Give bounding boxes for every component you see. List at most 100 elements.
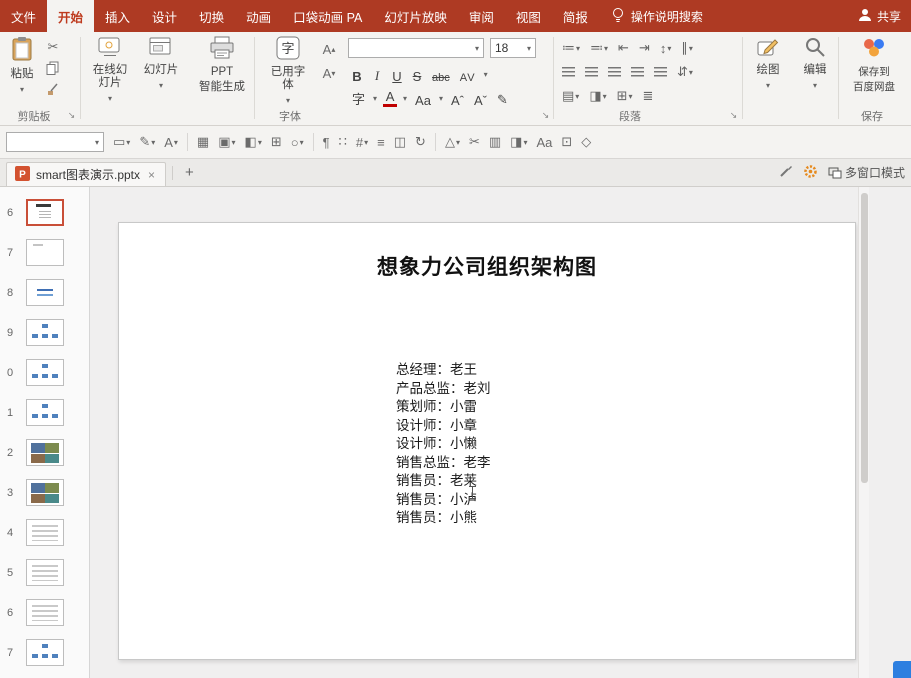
menu-tab-10[interactable]: 视图 (505, 0, 552, 32)
brush-tool-icon[interactable] (779, 164, 793, 181)
slide-thumbnail[interactable]: 6 (0, 197, 89, 228)
copy-icon[interactable] (44, 59, 62, 77)
document-tab[interactable]: P smart图表演示.pptx × (6, 162, 166, 186)
slide-thumbnail[interactable]: 8 (0, 277, 89, 308)
corner-blue-widget[interactable] (893, 661, 911, 678)
paste-button[interactable]: 粘贴 ▾ (4, 36, 40, 96)
window-panes-icon[interactable]: ◫ (394, 134, 406, 150)
columns-icon[interactable]: ∥▾ (681, 40, 693, 56)
slide-thumbnail[interactable]: 0 (0, 357, 89, 388)
slide-title[interactable]: 想象力公司组织架构图 (119, 251, 855, 281)
align-text-icon[interactable]: ▤▾ (562, 88, 579, 104)
decrease-font-size-button[interactable]: A▾ (320, 64, 338, 82)
paragraph-mark-icon[interactable]: ¶ (323, 135, 330, 150)
slide-thumbnail[interactable]: 9 (0, 317, 89, 348)
slide-thumbnail[interactable]: 5 (0, 557, 89, 588)
align-center-icon[interactable] (585, 67, 598, 78)
menu-tab-4[interactable]: 设计 (141, 0, 188, 32)
scrollbar-thumb[interactable] (861, 193, 868, 483)
distribute-icon[interactable] (654, 67, 667, 78)
dots-grid-icon[interactable]: ∷ (339, 134, 347, 150)
phonetic-guide-button[interactable]: 字 (350, 88, 367, 108)
rotate-icon[interactable]: ↻ (415, 134, 426, 150)
justify-icon[interactable] (631, 67, 644, 78)
text-direction-icon[interactable]: ⇵▾ (677, 64, 693, 80)
scissors-icon[interactable]: ✂ (469, 134, 480, 150)
font-name-combobox[interactable]: ▾ (348, 38, 484, 58)
font-color-button[interactable]: A (383, 90, 397, 107)
slide-body-text[interactable]: 总经理：老王产品总监：老刘策划师：小雷设计师：小章设计师：小懒销售总监：老李销售… (396, 361, 491, 528)
italic-button[interactable]: I (370, 64, 384, 84)
smartart-convert-icon[interactable]: ◨▾ (589, 88, 606, 104)
paragraph-dialog-launcher-icon[interactable]: ↘ (728, 110, 739, 121)
circle-icon[interactable]: ○▾ (291, 135, 304, 150)
superscript-icon[interactable]: Aˆ (449, 88, 466, 108)
slide-canvas[interactable]: 想象力公司组织架构图 总经理：老王产品总监：老刘策划师：小雷设计师：小章设计师：… (118, 222, 856, 660)
menu-tab-11[interactable]: 简报 (552, 0, 599, 32)
diamond-icon[interactable]: ◇ (581, 134, 591, 150)
slide-thumbnail[interactable]: 7 (0, 637, 89, 668)
decrease-indent-icon[interactable]: ⇤ (618, 40, 629, 56)
shape-fill-icon[interactable]: ≣ (643, 88, 654, 104)
font-color-icon[interactable]: A▾ (164, 135, 178, 150)
hash-icon[interactable]: #▾ (356, 135, 368, 150)
lines-icon[interactable]: ≡ (377, 135, 385, 150)
subscript-icon[interactable]: Aˇ (472, 88, 489, 108)
menu-tab-5[interactable]: 切换 (188, 0, 235, 32)
align-right-icon[interactable] (608, 67, 621, 78)
underline-button[interactable]: U (390, 64, 404, 84)
pencil-icon[interactable]: ✎▾ (139, 134, 155, 150)
ppt-smart-generate-button[interactable]: PPT 智能生成 (192, 36, 252, 94)
used-font-button[interactable]: 字 已用字体 ▾ (262, 36, 314, 107)
cut-icon[interactable]: ✂ (44, 38, 62, 56)
slide-thumbnail[interactable]: 3 (0, 477, 89, 508)
half-fill-icon[interactable]: ◨▾ (510, 134, 527, 150)
character-spacing-button[interactable]: AV (458, 64, 478, 84)
bold-button[interactable]: B (350, 64, 364, 84)
shadow-strike-button[interactable]: S (410, 64, 424, 84)
change-case-button[interactable]: Aa (413, 88, 433, 108)
clipboard-dialog-launcher-icon[interactable]: ↘ (66, 110, 77, 121)
menu-tab-2[interactable]: 开始 (47, 0, 94, 32)
menu-tab-9[interactable]: 审阅 (458, 0, 505, 32)
online-slides-button[interactable]: 在线幻灯片 ▾ (86, 36, 134, 105)
slide-thumbnail[interactable]: 1 (0, 397, 89, 428)
tell-me-search[interactable]: 操作说明搜索 (599, 0, 715, 32)
slide-thumbnail[interactable]: 2 (0, 437, 89, 468)
increase-indent-icon[interactable]: ⇥ (639, 40, 650, 56)
boxed-dot-icon[interactable]: ⊡ (561, 134, 572, 150)
picture-icon[interactable]: ▣▾ (218, 134, 235, 150)
line-spacing-icon[interactable]: ↕▾ (660, 41, 672, 56)
settings-gear-icon[interactable] (803, 164, 818, 182)
font-dialog-launcher-icon[interactable]: ↘ (540, 110, 551, 121)
slide-thumbnail[interactable]: 6 (0, 597, 89, 628)
vertical-scrollbar[interactable] (858, 187, 869, 678)
menu-tab-1[interactable]: 文件 (0, 0, 47, 32)
strikethrough-button[interactable]: abc (430, 64, 452, 84)
numbering-icon[interactable]: ≕▾ (590, 40, 608, 56)
format-painter-icon[interactable] (44, 80, 62, 98)
table-icon[interactable]: ▦ (197, 134, 209, 150)
align-left-icon[interactable] (562, 67, 575, 78)
bullets-icon[interactable]: ≔▾ (562, 40, 580, 56)
clear-formatting-icon[interactable]: ✎ (495, 88, 510, 108)
shapes-icon[interactable]: ◧▾ (245, 134, 262, 150)
multiwindow-mode-button[interactable]: 多窗口模式 (828, 164, 905, 181)
new-slide-button[interactable]: 幻灯片 ▾ (138, 36, 184, 92)
qat-combobox[interactable]: ▾ (6, 132, 104, 152)
cells-icon[interactable]: ▥ (489, 134, 501, 150)
menu-tab-3[interactable]: 插入 (94, 0, 141, 32)
menu-tab-8[interactable]: 幻灯片放映 (373, 0, 458, 32)
case-icon[interactable]: Aa (536, 135, 552, 150)
chart-icon[interactable]: ⊞ (271, 134, 282, 150)
new-tab-button[interactable]: + (179, 164, 200, 181)
save-to-baidu-button[interactable]: 保存到 百度网盘 (842, 36, 906, 94)
share-button[interactable]: 共享 (848, 0, 911, 32)
increase-font-size-button[interactable]: A▴ (320, 40, 338, 58)
drawing-button[interactable]: 绘图 ▾ (746, 36, 790, 92)
close-tab-icon[interactable]: × (146, 168, 157, 182)
font-size-combobox[interactable]: 18 ▾ (490, 38, 536, 58)
menu-tab-6[interactable]: 动画 (235, 0, 282, 32)
shape-outline-icon[interactable]: ⊞▾ (617, 88, 633, 104)
editing-button[interactable]: 编辑 ▾ (794, 36, 836, 92)
